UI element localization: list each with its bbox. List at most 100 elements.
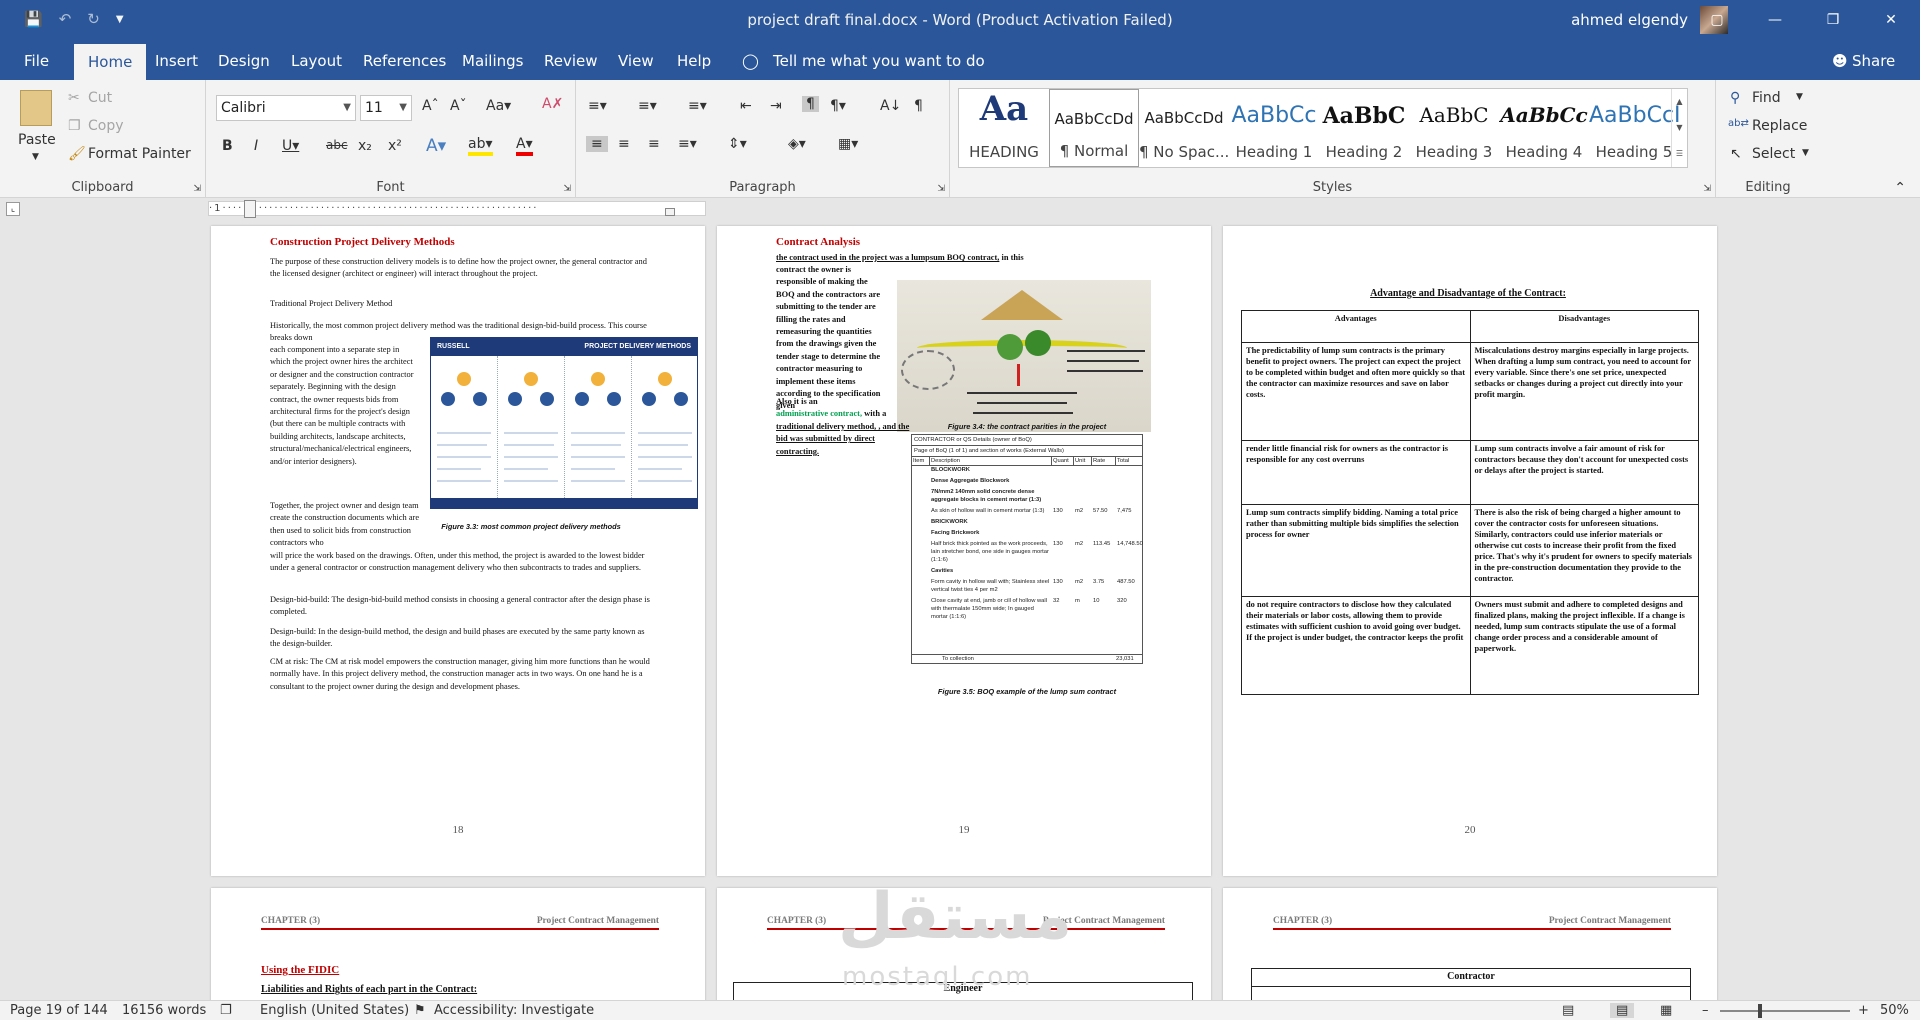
- tab-help[interactable]: Help: [677, 40, 711, 80]
- tab-mailings[interactable]: Mailings: [462, 40, 523, 80]
- boq-cell: Form cavity in hollow wall with; Stainle…: [931, 579, 1050, 593]
- style-heading-1[interactable]: AaBbCc Heading 1: [1229, 89, 1319, 167]
- line-spacing-icon[interactable]: ⇕▾: [728, 136, 747, 152]
- user-name[interactable]: ahmed elgendy: [1571, 11, 1688, 29]
- highlight-icon[interactable]: ab▾: [468, 136, 493, 156]
- page-23[interactable]: CHAPTER (3) Project Contract Management C…: [1223, 888, 1717, 1008]
- paste-dropdown-icon[interactable]: ▼: [32, 152, 39, 162]
- format-painter-button[interactable]: Format Painter: [88, 146, 191, 162]
- zoom-in-icon[interactable]: +: [1858, 1003, 1869, 1018]
- shading-icon[interactable]: ◈▾: [788, 136, 806, 152]
- numbering-icon[interactable]: ≡▾: [638, 98, 657, 114]
- show-formatting-marks-icon[interactable]: ¶: [914, 98, 923, 114]
- language-indicator[interactable]: English (United States): [260, 1003, 409, 1018]
- page-20[interactable]: Advantage and Disadvantage of the Contra…: [1223, 226, 1717, 876]
- paste-icon[interactable]: [20, 90, 52, 126]
- style-heading-2[interactable]: AaBbC Heading 2: [1319, 89, 1409, 167]
- subscript-icon[interactable]: x₂: [358, 138, 372, 154]
- styles-launcher-icon[interactable]: ⇲: [1703, 184, 1711, 194]
- bold-icon[interactable]: B: [222, 138, 233, 154]
- strikethrough-icon[interactable]: abc: [326, 138, 348, 152]
- cut-button[interactable]: Cut: [88, 90, 112, 106]
- bullets-icon[interactable]: ≡▾: [588, 98, 607, 114]
- grow-font-icon[interactable]: Aˆ: [422, 98, 439, 114]
- clipboard-launcher-icon[interactable]: ⇲: [193, 184, 201, 194]
- close-icon[interactable]: ✕: [1862, 0, 1920, 40]
- tell-me-search[interactable]: Tell me what you want to do: [773, 40, 985, 80]
- font-launcher-icon[interactable]: ⇲: [563, 184, 571, 194]
- text-effects-icon[interactable]: A▾: [426, 136, 446, 156]
- decrease-indent-icon[interactable]: ⇤: [740, 98, 752, 114]
- paste-button[interactable]: Paste: [18, 132, 56, 148]
- word-count[interactable]: 16156 words: [122, 1003, 206, 1018]
- right-indent-marker[interactable]: [665, 208, 675, 216]
- zoom-out-icon[interactable]: –: [1702, 1003, 1709, 1018]
- lead-underlined: the contract used in the project was a l…: [776, 253, 1000, 262]
- style-heading-5[interactable]: AaBbCcI Heading 5: [1589, 89, 1679, 167]
- proofing-icon[interactable]: ❐: [220, 1003, 232, 1018]
- page-count[interactable]: Page 19 of 144: [10, 1003, 108, 1018]
- copy-button[interactable]: Copy: [88, 118, 124, 134]
- minimize-icon[interactable]: —: [1746, 0, 1804, 40]
- font-name-box[interactable]: Calibri ▼: [216, 95, 356, 121]
- select-dropdown-icon[interactable]: ▼: [1802, 148, 1809, 158]
- style-normal[interactable]: AaBbCcDd ¶ Normal: [1049, 89, 1139, 167]
- ruler-scale[interactable]: ·1······································…: [208, 201, 706, 216]
- find-dropdown-icon[interactable]: ▼: [1796, 92, 1803, 102]
- read-mode-icon[interactable]: ▤: [1562, 1003, 1574, 1018]
- zoom-level[interactable]: 50%: [1880, 1003, 1909, 1018]
- accessibility-status[interactable]: Accessibility: Investigate: [434, 1003, 594, 1018]
- style-heading-3[interactable]: AaBbC Heading 3: [1409, 89, 1499, 167]
- font-color-icon[interactable]: A▾: [516, 136, 533, 156]
- boq-row: Dense Aggregate Blockwork: [912, 477, 1142, 485]
- zoom-slider-thumb[interactable]: [1757, 1004, 1762, 1018]
- tab-file[interactable]: File: [24, 40, 49, 80]
- zoom-slider[interactable]: [1720, 1004, 1850, 1018]
- align-right-icon[interactable]: ≡: [648, 136, 660, 152]
- borders-icon[interactable]: ▦▾: [838, 136, 858, 152]
- replace-button[interactable]: Replace: [1752, 118, 1807, 134]
- styles-scroll[interactable]: ▲ ▼ ☰: [1671, 89, 1687, 167]
- collapse-ribbon-icon[interactable]: ⌃: [1894, 180, 1906, 196]
- indent-marker[interactable]: [244, 200, 256, 218]
- style-heading[interactable]: Aa HEADING: [959, 89, 1049, 167]
- page-19[interactable]: Contract Analysis the contract used in t…: [717, 226, 1211, 876]
- style-no-spacing[interactable]: AaBbCcDd ¶ No Spac...: [1139, 89, 1229, 167]
- party-node: [997, 334, 1023, 360]
- font-size-box[interactable]: 11 ▼: [360, 95, 412, 121]
- restore-icon[interactable]: ❐: [1804, 0, 1862, 40]
- tab-selector-icon[interactable]: ⌞: [6, 202, 20, 216]
- shrink-font-icon[interactable]: Aˇ: [450, 98, 467, 114]
- sort-icon[interactable]: A↓: [880, 98, 901, 114]
- rtl-direction-icon[interactable]: ¶▾: [830, 98, 846, 114]
- italic-icon[interactable]: I: [254, 138, 258, 154]
- tab-layout[interactable]: Layout: [291, 40, 342, 80]
- tab-view[interactable]: View: [618, 40, 654, 80]
- paragraph-launcher-icon[interactable]: ⇲: [937, 184, 945, 194]
- align-center-icon[interactable]: ≡: [618, 136, 630, 152]
- tab-references[interactable]: References: [363, 40, 446, 80]
- change-case-icon[interactable]: Aa▾: [486, 98, 511, 114]
- align-left-icon[interactable]: ≡: [586, 136, 608, 152]
- tab-design[interactable]: Design: [218, 40, 270, 80]
- page-21[interactable]: CHAPTER (3) Project Contract Management U…: [211, 888, 705, 1008]
- ltr-direction-icon[interactable]: ¶: [802, 96, 819, 112]
- multilevel-list-icon[interactable]: ≡▾: [688, 98, 707, 114]
- share-button[interactable]: Share: [1852, 40, 1895, 80]
- select-button[interactable]: Select: [1752, 146, 1795, 162]
- underline-icon[interactable]: U▾: [282, 138, 299, 154]
- find-button[interactable]: Find: [1752, 90, 1781, 106]
- web-layout-icon[interactable]: ▦: [1660, 1003, 1672, 1018]
- ribbon-display-options-icon[interactable]: ▢: [1688, 0, 1746, 40]
- increase-indent-icon[interactable]: ⇥: [770, 98, 782, 114]
- print-layout-icon[interactable]: ▤: [1610, 1003, 1635, 1018]
- clear-formatting-icon[interactable]: A✗: [542, 96, 563, 112]
- page-18[interactable]: Construction Project Delivery Methods Th…: [211, 226, 705, 876]
- superscript-icon[interactable]: x²: [388, 138, 402, 154]
- boq-cell: [1116, 477, 1142, 485]
- tab-review[interactable]: Review: [544, 40, 598, 80]
- tab-home[interactable]: Home: [74, 44, 147, 80]
- justify-icon[interactable]: ≡▾: [678, 136, 697, 152]
- style-heading-4[interactable]: AaBbCc Heading 4: [1499, 89, 1589, 167]
- tab-insert[interactable]: Insert: [155, 40, 198, 80]
